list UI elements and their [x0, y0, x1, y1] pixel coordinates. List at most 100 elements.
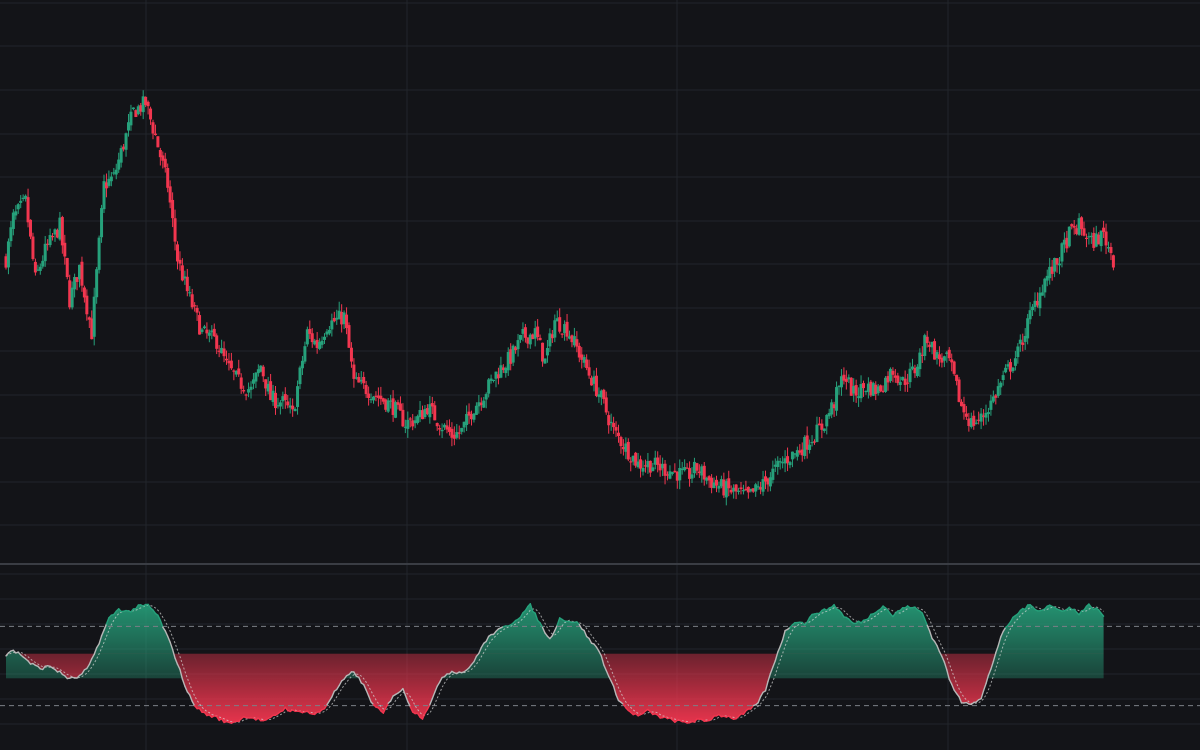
- candle[interactable]: [283, 387, 287, 409]
- candle[interactable]: [33, 258, 37, 276]
- candle[interactable]: [979, 408, 983, 430]
- candle[interactable]: [278, 400, 282, 415]
- candle[interactable]: [908, 362, 912, 388]
- candle[interactable]: [347, 322, 351, 349]
- candle[interactable]: [888, 367, 892, 383]
- candle[interactable]: [619, 435, 623, 454]
- candle[interactable]: [1111, 254, 1115, 271]
- candle[interactable]: [683, 459, 687, 472]
- candle[interactable]: [776, 456, 780, 475]
- candle[interactable]: [1099, 230, 1103, 252]
- candle[interactable]: [176, 241, 179, 270]
- candle[interactable]: [639, 455, 643, 478]
- candle-body: [1011, 367, 1015, 372]
- candle[interactable]: [825, 414, 829, 435]
- candle[interactable]: [839, 369, 843, 396]
- candle[interactable]: [6, 238, 10, 275]
- candle[interactable]: [815, 416, 819, 443]
- candle[interactable]: [455, 424, 459, 440]
- candle[interactable]: [695, 462, 699, 476]
- candle-body: [543, 358, 547, 364]
- candle[interactable]: [844, 370, 848, 390]
- candle[interactable]: [298, 365, 302, 390]
- candle[interactable]: [379, 386, 383, 405]
- candle[interactable]: [202, 324, 206, 330]
- candle-body: [176, 244, 179, 262]
- candle[interactable]: [560, 333, 564, 338]
- candle-body: [80, 261, 84, 286]
- candle[interactable]: [65, 257, 69, 280]
- candle[interactable]: [428, 395, 432, 424]
- oscillator-pane[interactable]: [0, 603, 1200, 724]
- candle[interactable]: [131, 107, 135, 111]
- candle[interactable]: [398, 396, 402, 411]
- candle[interactable]: [29, 219, 32, 240]
- candle[interactable]: [739, 482, 743, 495]
- candle[interactable]: [80, 256, 84, 292]
- candle[interactable]: [957, 377, 961, 403]
- candle[interactable]: [952, 360, 956, 376]
- candle[interactable]: [543, 358, 547, 364]
- candle[interactable]: [492, 379, 496, 383]
- candle-body: [790, 451, 794, 460]
- candle[interactable]: [185, 268, 189, 297]
- candle[interactable]: [854, 379, 858, 403]
- candle[interactable]: [626, 438, 630, 462]
- candle[interactable]: [685, 463, 689, 469]
- candle[interactable]: [97, 235, 101, 274]
- candle[interactable]: [48, 228, 52, 248]
- candle[interactable]: [1011, 366, 1015, 374]
- candle[interactable]: [237, 359, 241, 377]
- candle[interactable]: [663, 460, 667, 485]
- candle[interactable]: [673, 463, 677, 473]
- candle[interactable]: [786, 447, 790, 472]
- trading-chart[interactable]: [0, 0, 1200, 750]
- candle[interactable]: [688, 461, 692, 487]
- candle[interactable]: [303, 341, 307, 364]
- candle[interactable]: [124, 132, 128, 157]
- candle[interactable]: [212, 323, 216, 338]
- candle[interactable]: [984, 404, 988, 425]
- candle[interactable]: [435, 422, 439, 431]
- chart-canvas[interactable]: [0, 0, 1200, 750]
- candle-body: [1001, 375, 1005, 380]
- candle[interactable]: [1067, 226, 1071, 248]
- candle-body: [14, 211, 18, 216]
- candle[interactable]: [156, 136, 160, 148]
- candle-body: [26, 197, 30, 223]
- candle[interactable]: [903, 370, 907, 392]
- candle[interactable]: [205, 322, 209, 339]
- candle[interactable]: [332, 311, 336, 323]
- candle[interactable]: [715, 475, 718, 493]
- candle[interactable]: [244, 393, 248, 401]
- candle[interactable]: [149, 106, 153, 125]
- candle[interactable]: [151, 119, 155, 140]
- candle-body: [119, 148, 123, 163]
- candle[interactable]: [274, 386, 277, 415]
- candle[interactable]: [291, 398, 295, 417]
- candle[interactable]: [229, 352, 233, 370]
- candle[interactable]: [822, 428, 826, 433]
- candle[interactable]: [996, 379, 1000, 398]
- candle[interactable]: [372, 395, 375, 404]
- candle-body: [1021, 342, 1025, 345]
- candle[interactable]: [678, 459, 682, 490]
- candle[interactable]: [937, 346, 941, 367]
- candle[interactable]: [102, 174, 106, 213]
- candle[interactable]: [1038, 287, 1042, 317]
- candle[interactable]: [254, 372, 258, 389]
- candle[interactable]: [795, 446, 799, 461]
- candle[interactable]: [594, 367, 598, 398]
- candle[interactable]: [761, 470, 765, 496]
- candle[interactable]: [352, 358, 356, 388]
- candle[interactable]: [558, 308, 562, 334]
- candle[interactable]: [859, 375, 863, 403]
- candle[interactable]: [494, 371, 498, 388]
- candle[interactable]: [100, 204, 104, 243]
- candle[interactable]: [450, 422, 454, 447]
- candle[interactable]: [31, 232, 35, 261]
- candle[interactable]: [746, 486, 750, 499]
- candle[interactable]: [754, 482, 758, 497]
- candle[interactable]: [288, 397, 292, 414]
- candle[interactable]: [612, 416, 616, 434]
